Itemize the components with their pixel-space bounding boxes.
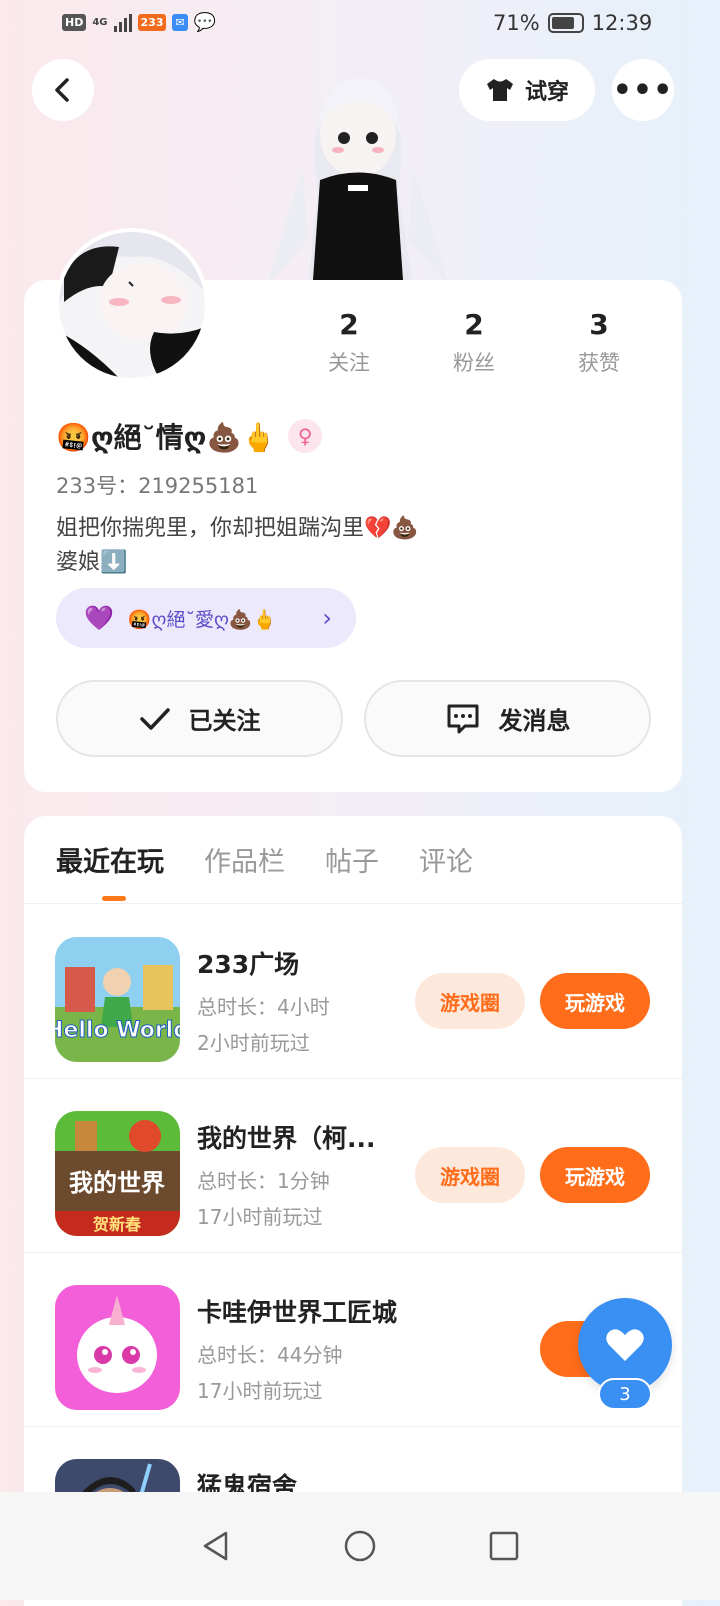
app-233-icon: 233 (137, 14, 167, 31)
tab-indicator (102, 896, 126, 901)
check-icon (139, 707, 170, 730)
female-gender-icon: ♀ (288, 419, 323, 453)
chevron-left-icon (55, 78, 69, 102)
mail-icon: ✉ (172, 14, 188, 31)
icon-text: 我的世界 (69, 1169, 165, 1197)
tab-comments[interactable]: 评论 (419, 840, 473, 879)
game-circle-button[interactable]: 游戏圈 (415, 973, 525, 1029)
clock: 12:39 (591, 11, 653, 35)
message-icon (447, 704, 478, 733)
stat-followers[interactable]: 2 粉丝 (419, 308, 529, 377)
message-label: 发消息 (498, 707, 571, 735)
bio-line: 姐把你揣兜里，你却把姐踹沟里💔💩 (56, 516, 419, 541)
game-icon[interactable] (55, 1285, 180, 1410)
stat-value: 2 (464, 308, 484, 341)
icon-subtext: 贺新春 (92, 1215, 142, 1234)
game-duration: 总时长：4小时 (197, 995, 330, 1019)
back-button[interactable] (32, 59, 94, 121)
system-nav-bar (0, 1492, 720, 1600)
hd-icon: HD (62, 14, 87, 31)
game-last-played: 17小时前玩过 (197, 1205, 323, 1229)
chat-icon: 💬 (193, 12, 217, 33)
game-icon[interactable]: Hello World (55, 937, 180, 1062)
play-game-button[interactable]: 玩游戏 (540, 1147, 650, 1203)
icon-text: Hello World (55, 1018, 180, 1043)
tab-posts[interactable]: 帖子 (325, 840, 379, 879)
game-duration: 总时长：44分钟 (197, 1343, 343, 1367)
bio: 姐把你揣兜里，你却把姐踹沟里💔💩 婆娘⬇️ (56, 512, 419, 580)
game-row[interactable]: 我的世界 贺新春 我的世界（柯... 总时长：1分钟 17小时前玩过 游戏圈 玩… (24, 1079, 682, 1253)
avatar-3d-figure (268, 78, 448, 285)
signal-icon (113, 13, 132, 32)
stats-row: 2 关注 2 粉丝 3 获赞 (294, 308, 654, 377)
network-type: 4G (92, 17, 108, 28)
games-card: 最近在玩 作品栏 帖子 评论 Hello World 233广场 总时长：4小时… (24, 816, 682, 1606)
stat-value: 2 (339, 308, 359, 341)
play-game-button[interactable]: 玩游戏 (540, 973, 650, 1029)
user-id[interactable]: 233号：219255181 (56, 470, 258, 500)
game-last-played: 17小时前玩过 (197, 1379, 323, 1403)
tshirt-icon (486, 79, 513, 101)
game-row[interactable]: Hello World 233广场 总时长：4小时 2小时前玩过 游戏圈 玩游戏 (24, 905, 682, 1079)
home-circle-icon[interactable] (343, 1529, 377, 1563)
tab-recently-played[interactable]: 最近在玩 (56, 840, 164, 879)
stat-label: 关注 (328, 351, 370, 375)
game-last-played: 2小时前玩过 (197, 1031, 310, 1055)
stat-label: 粉丝 (453, 351, 495, 375)
stat-likes[interactable]: 3 获赞 (544, 308, 654, 377)
status-icons-right: 71% 12:39 (493, 11, 652, 35)
nickname-text: 🤬ღ絕˘情ღ💩🖕 (56, 421, 277, 454)
purple-heart-icon: 💜 (84, 604, 114, 632)
nickname: 🤬ღ絕˘情ღ💩🖕 ♀ (56, 416, 323, 456)
more-button[interactable]: ••• (612, 59, 674, 121)
followed-label: 已关注 (188, 707, 261, 735)
cp-name: 🤬ღ絕˘愛ღ💩🖕 (127, 608, 277, 631)
send-message-button[interactable]: 发消息 (364, 680, 651, 757)
status-icons-left: HD 4G 233 ✉ 💬 (62, 12, 216, 33)
stat-following[interactable]: 2 关注 (294, 308, 404, 377)
game-name: 卡哇伊世界工匠城 (197, 1298, 397, 1327)
game-circle-button[interactable]: 游戏圈 (415, 1147, 525, 1203)
game-duration: 总时长：1分钟 (197, 1169, 330, 1193)
battery-icon (547, 13, 584, 33)
avatar[interactable] (55, 228, 209, 382)
stat-value: 3 (589, 308, 609, 341)
game-name: 我的世界（柯... (197, 1124, 376, 1153)
followed-button[interactable]: 已关注 (56, 680, 343, 757)
recents-square-icon[interactable] (487, 1529, 521, 1563)
try-on-button[interactable]: 试穿 (459, 59, 595, 121)
game-name: 233广场 (197, 950, 300, 979)
try-on-label: 试穿 (524, 80, 569, 105)
bio-line: 婆娘⬇️ (56, 550, 128, 575)
tabs: 最近在玩 作品栏 帖子 评论 (24, 816, 682, 904)
cp-relationship-tag[interactable]: 💜 🤬ღ絕˘愛ღ💩🖕 › (56, 588, 356, 648)
avatar-image (59, 232, 205, 378)
like-count-badge: 3 (598, 1378, 652, 1410)
stat-label: 获赞 (578, 351, 620, 375)
game-icon[interactable]: 我的世界 贺新春 (55, 1111, 180, 1236)
more-icon: ••• (612, 72, 674, 108)
battery-percent: 71% (493, 11, 540, 35)
heart-icon (606, 1329, 644, 1361)
back-triangle-icon[interactable] (199, 1529, 233, 1563)
chevron-right-icon: › (322, 604, 332, 632)
tab-works[interactable]: 作品栏 (204, 840, 285, 879)
